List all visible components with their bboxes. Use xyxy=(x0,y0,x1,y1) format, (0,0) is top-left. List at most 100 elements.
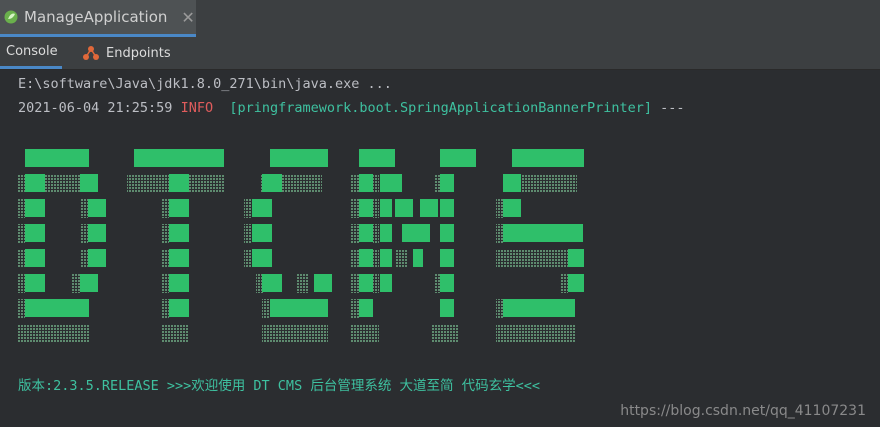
tab-title: ManageApplication xyxy=(24,8,168,26)
banner-shadow xyxy=(80,199,88,218)
banner-block xyxy=(25,149,89,167)
banner-block xyxy=(270,149,328,167)
banner-block xyxy=(88,249,106,267)
banner-block xyxy=(25,224,45,242)
banner-block xyxy=(359,224,373,242)
banner-block xyxy=(440,174,454,192)
banner-shadow xyxy=(434,274,440,293)
banner-block xyxy=(380,199,392,217)
banner-block xyxy=(395,199,413,217)
banner-shadow xyxy=(189,174,224,193)
banner-block xyxy=(359,274,373,292)
banner-block xyxy=(252,199,272,217)
tab-console[interactable]: Console xyxy=(0,37,62,69)
banner-shadow xyxy=(161,224,169,243)
banner-shadow xyxy=(17,224,25,243)
banner-block xyxy=(169,199,189,217)
banner-shadow xyxy=(161,324,189,343)
banner-shadow xyxy=(244,199,252,218)
banner-block xyxy=(359,199,373,217)
tab-endpoints[interactable]: Endpoints xyxy=(82,37,171,69)
banner-block xyxy=(440,299,454,317)
banner-shadow xyxy=(262,299,270,318)
tab-console-label: Console xyxy=(6,44,58,59)
banner-block xyxy=(262,274,282,292)
banner-shadow xyxy=(80,249,88,268)
banner-block xyxy=(420,199,438,217)
banner-block xyxy=(568,274,584,292)
banner-block xyxy=(359,249,373,267)
banner-shadow xyxy=(296,274,308,293)
banner-block xyxy=(503,174,521,192)
banner-shadow xyxy=(351,299,359,318)
banner-block xyxy=(169,274,189,292)
banner-shadow xyxy=(72,274,80,293)
banner-block xyxy=(503,199,521,217)
banner-shadow xyxy=(432,324,458,343)
banner-shadow xyxy=(80,224,88,243)
banner-shadow xyxy=(351,224,359,243)
banner-block xyxy=(440,224,454,242)
banner-shadow xyxy=(496,299,504,318)
banner-block xyxy=(314,274,332,292)
banner-block xyxy=(88,199,106,217)
banner-block xyxy=(169,299,189,317)
banner-shadow xyxy=(282,174,322,193)
banner-shadow xyxy=(373,224,379,243)
banner-block xyxy=(169,224,189,242)
banner-block xyxy=(402,224,430,242)
banner-shadow xyxy=(244,224,252,243)
banner-block xyxy=(25,274,45,292)
banner-shadow xyxy=(351,174,359,193)
banner-block xyxy=(169,249,189,267)
banner-block xyxy=(359,174,373,192)
banner-shadow xyxy=(17,324,89,343)
tool-window-tabs: Console Endpoints xyxy=(0,37,880,70)
banner-block xyxy=(270,299,328,317)
banner-shadow xyxy=(496,224,504,243)
banner-block xyxy=(380,249,392,267)
banner-block xyxy=(380,174,402,192)
banner-shadow xyxy=(161,249,169,268)
banner-shadow xyxy=(373,249,379,268)
banner-block xyxy=(359,299,373,317)
banner-shadow xyxy=(496,324,576,343)
banner-shadow xyxy=(17,274,25,293)
banner-block xyxy=(262,174,282,192)
banner-block xyxy=(25,249,45,267)
banner-shadow xyxy=(17,249,25,268)
banner-block xyxy=(440,274,454,292)
banner-shadow xyxy=(351,249,359,268)
console-output[interactable]: E:\software\Java\jdk1.8.0_271\bin\java.e… xyxy=(0,70,880,427)
banner-block xyxy=(88,224,106,242)
banner-shadow xyxy=(262,324,328,343)
banner-shadow xyxy=(351,274,359,293)
banner-block xyxy=(25,299,89,317)
banner-block xyxy=(359,149,395,167)
banner-shadow xyxy=(45,174,80,193)
banner-shadow xyxy=(373,199,379,218)
banner-shadow xyxy=(161,274,169,293)
banner-shadow xyxy=(496,249,568,268)
banner-block xyxy=(440,199,454,217)
banner-block xyxy=(80,174,98,192)
banner-block xyxy=(80,274,98,292)
endpoints-icon xyxy=(83,46,99,60)
banner-shadow xyxy=(373,274,379,293)
banner-shadow xyxy=(351,199,359,218)
banner-shadow xyxy=(434,174,440,193)
banner-shadow xyxy=(161,299,169,318)
banner-block xyxy=(568,249,584,267)
banner-block xyxy=(134,149,224,167)
banner-shadow xyxy=(17,174,25,193)
banner-block xyxy=(252,249,272,267)
banner-block xyxy=(380,274,392,292)
watermark: https://blog.csdn.net/qq_41107231 xyxy=(620,403,866,419)
banner-block xyxy=(25,174,45,192)
banner-shadow xyxy=(127,174,169,193)
close-icon[interactable]: ✕ xyxy=(181,8,194,27)
banner-block xyxy=(503,224,583,242)
version-status-line: 版本:2.3.5.RELEASE >>>欢迎使用 DT CMS 后台管理系统 大… xyxy=(18,378,540,394)
run-tab[interactable]: ManageApplication ✕ xyxy=(0,0,196,37)
banner-shadow xyxy=(560,274,568,293)
